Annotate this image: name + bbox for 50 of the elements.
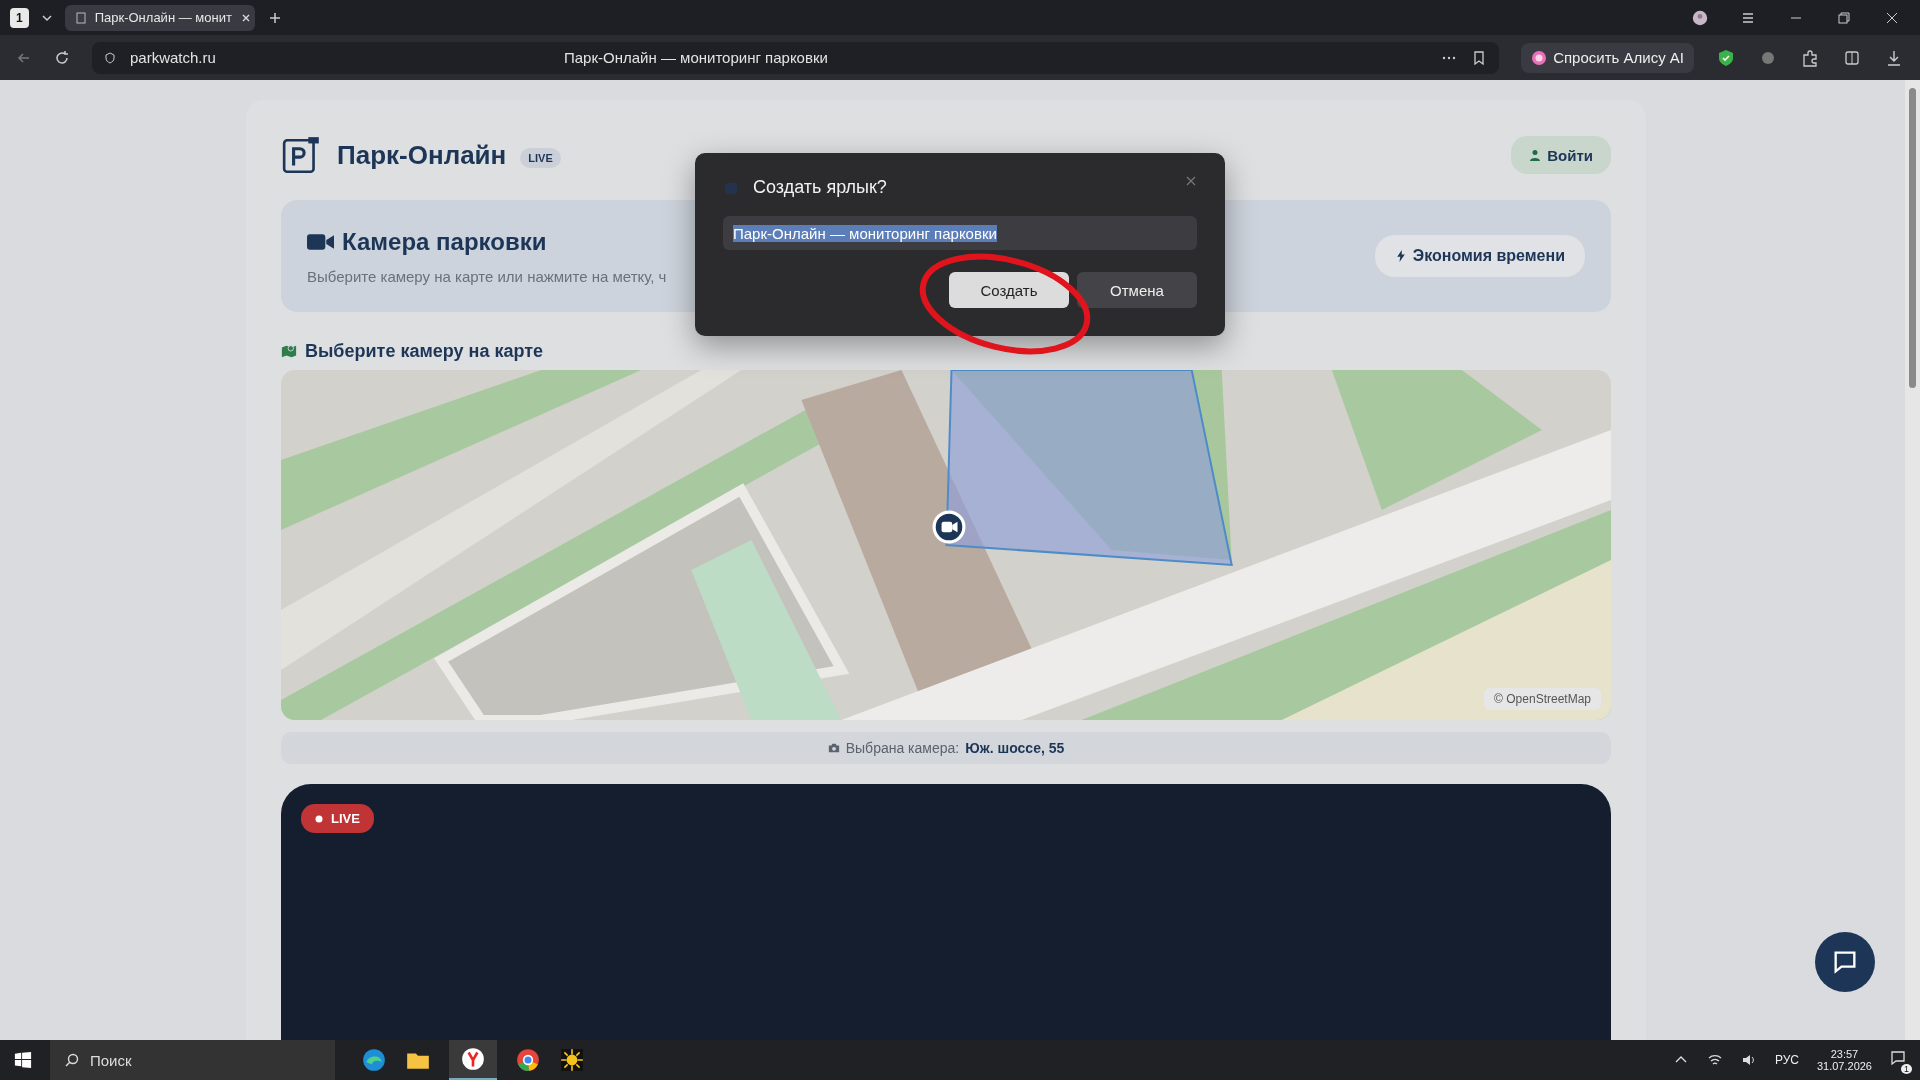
user-icon	[1529, 149, 1542, 161]
edge-browser-icon[interactable]	[361, 1047, 387, 1073]
create-button[interactable]: Создать	[949, 272, 1069, 308]
live-badge: LIVE	[301, 804, 374, 833]
live-badge: LIVE	[520, 148, 561, 168]
lightning-icon	[1394, 250, 1407, 262]
map-attribution[interactable]: © OpenStreetMap	[1484, 688, 1601, 710]
windows-start-icon[interactable]	[14, 1051, 32, 1069]
reload-icon[interactable]	[54, 49, 70, 66]
puzzle-icon[interactable]	[1800, 47, 1820, 68]
address-bar[interactable]: parkwatch.ru Парк-Онлайн — мониторинг парковки	[92, 41, 1500, 74]
chrome-icon[interactable]	[515, 1047, 541, 1073]
assistant-icon	[1531, 49, 1548, 66]
scrollbar[interactable]	[1905, 80, 1920, 1040]
live-dot-icon	[315, 814, 323, 823]
video-camera-icon	[307, 231, 334, 252]
map-icon	[281, 343, 297, 359]
map-heading: Выберите камеру на карте	[305, 340, 543, 362]
page-title: Парк-Онлайн — мониторинг парковки	[564, 49, 829, 66]
time-saving-button[interactable]: Экономия времени	[1374, 235, 1585, 277]
brand-name: Парк-Онлайн	[337, 139, 507, 171]
shield-check-icon[interactable]	[1716, 47, 1736, 68]
yandex-browser-icon[interactable]	[460, 1046, 486, 1072]
profile-avatar-icon[interactable]	[1692, 9, 1708, 26]
camera-icon	[827, 742, 840, 754]
cancel-button[interactable]: Отмена	[1077, 272, 1197, 308]
page-icon	[74, 11, 87, 24]
assistant-button[interactable]: Спросить Алису AI	[1521, 42, 1694, 73]
chat-button[interactable]	[1815, 932, 1875, 992]
notification-count: 1	[1901, 1064, 1912, 1074]
input-language[interactable]: РУС	[1774, 1053, 1799, 1067]
restore-icon[interactable]	[1836, 9, 1852, 26]
login-button[interactable]: Войти	[1511, 136, 1611, 174]
clock-time[interactable]: 23:57	[1830, 1048, 1859, 1060]
sun-app-icon[interactable]	[559, 1047, 585, 1073]
camera-marker-icon[interactable]	[932, 510, 966, 544]
shortcut-name-field[interactable]: Парк-Онлайн — мониторинг парковки	[723, 216, 1197, 250]
speaker-icon[interactable]	[1740, 1052, 1757, 1068]
shield-icon	[104, 51, 116, 64]
search-icon	[64, 1052, 80, 1068]
taskbar-search-field[interactable]: Поиск	[50, 1040, 335, 1080]
selected-camera-value: Юж. шоссе, 55	[965, 740, 1065, 756]
hero-title: Камера парковки	[342, 227, 547, 256]
browser-tab[interactable]: Парк-Онлайн — монит	[64, 4, 255, 31]
dialog-title: Создать ярлык?	[753, 177, 888, 198]
tab-counter[interactable]: 1	[10, 7, 29, 28]
notification-icon[interactable]	[1890, 1050, 1906, 1066]
hero-subtitle: Выберите камеру на карте или нажмите на метку, ч	[307, 267, 668, 285]
selected-camera-label: Выбрана камера:	[845, 740, 960, 756]
clock-date[interactable]: 31.07.2026	[1816, 1060, 1872, 1072]
